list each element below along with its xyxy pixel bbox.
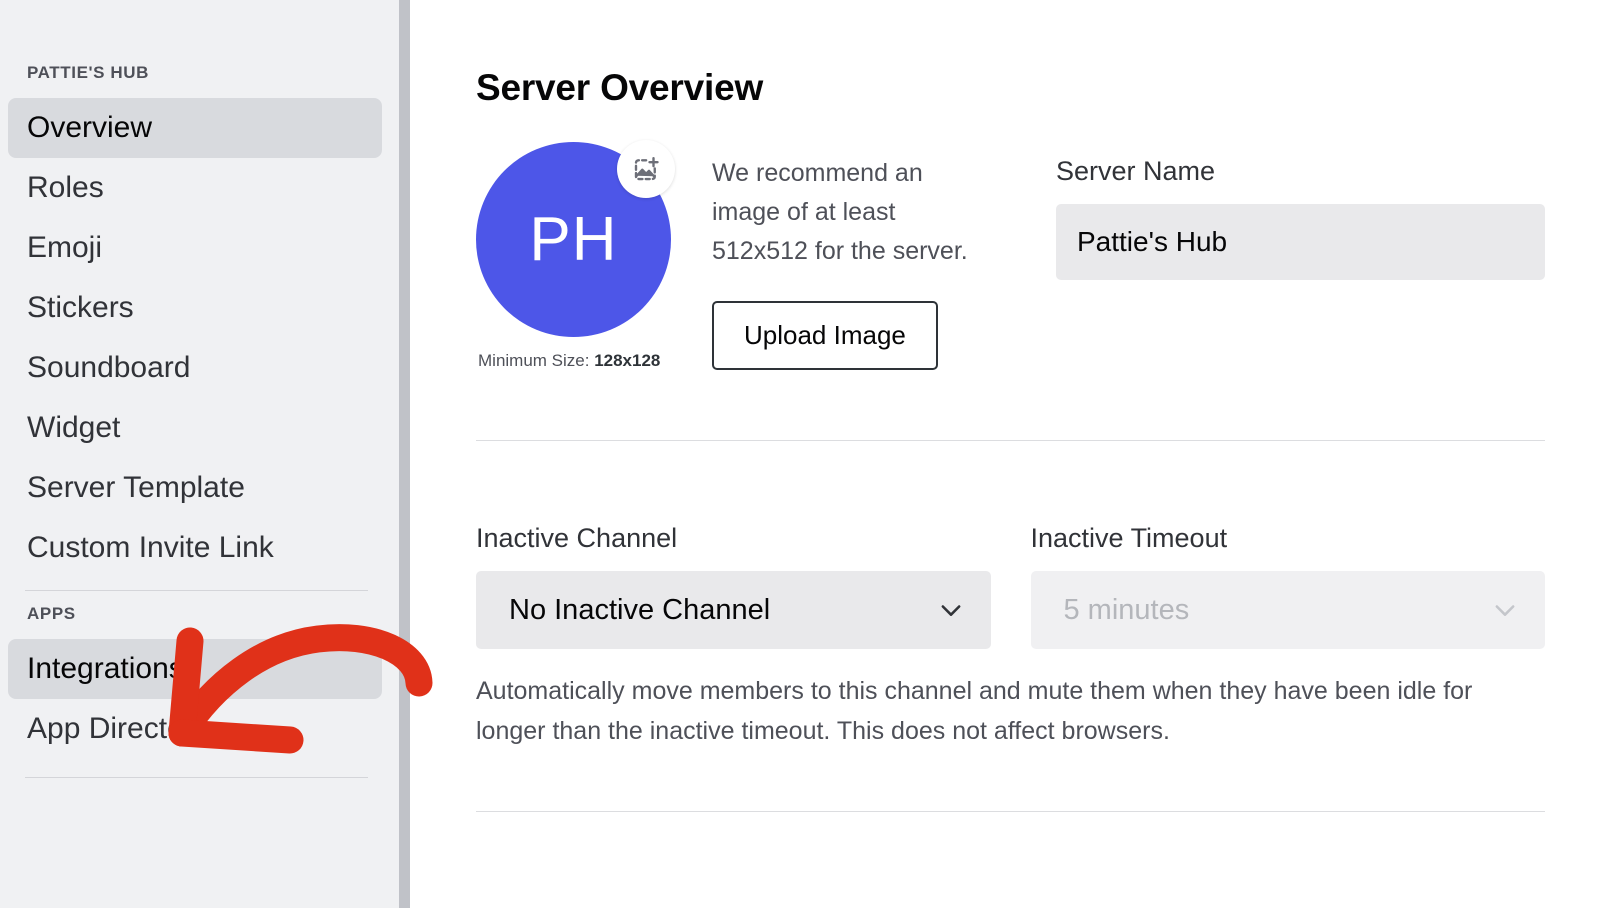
sidebar-item-label: Integrations	[27, 652, 184, 685]
server-name-block: Server Name	[1012, 142, 1545, 280]
sidebar-section-title-apps: APPS	[0, 603, 399, 625]
inactive-help-text: Automatically move members to this chann…	[476, 671, 1545, 751]
inactive-timeout-select: 5 minutes	[1031, 571, 1546, 649]
inactive-timeout-value: 5 minutes	[1064, 594, 1190, 626]
sidebar-item-widget[interactable]: Widget	[8, 398, 382, 458]
sidebar-item-overview[interactable]: Overview	[8, 98, 382, 158]
sidebar-item-label: Stickers	[27, 291, 134, 324]
sidebar-item-integrations[interactable]: Integrations	[8, 639, 382, 699]
settings-content: Server Overview PH Minimum Size: 128x128	[399, 0, 1600, 908]
sidebar-item-server-template[interactable]: Server Template	[8, 458, 382, 518]
inactive-settings-section: Inactive Channel No Inactive Channel Ina…	[476, 521, 1545, 649]
sidebar-item-label: Roles	[27, 171, 104, 204]
chevron-down-icon	[1491, 596, 1519, 624]
server-icon-section: PH Minimum Size: 128x128 We recommend an…	[476, 142, 1545, 372]
settings-window: PATTIE'S HUB Overview Roles Emoji Sticke…	[0, 0, 1600, 908]
sidebar-item-custom-invite-link[interactable]: Custom Invite Link	[8, 518, 382, 578]
sidebar-item-soundboard[interactable]: Soundboard	[8, 338, 382, 398]
inactive-channel-value: No Inactive Channel	[509, 594, 770, 626]
avatar-initials: PH	[529, 209, 617, 271]
inactive-channel-label: Inactive Channel	[476, 521, 991, 555]
content-divider-bottom	[476, 811, 1545, 812]
minimum-size-label: Minimum Size:	[478, 351, 594, 370]
minimum-size-value: 128x128	[594, 351, 660, 370]
minimum-size-note: Minimum Size: 128x128	[476, 350, 712, 372]
avatar-block: PH Minimum Size: 128x128	[476, 142, 712, 372]
sidebar-item-label: App Directory	[27, 712, 209, 745]
inactive-channel-field: Inactive Channel No Inactive Channel	[476, 521, 991, 649]
image-recommendation-text: We recommend an image of at least 512x51…	[712, 154, 982, 271]
sidebar-section-title-server: PATTIE'S HUB	[0, 62, 399, 84]
sidebar-item-label: Widget	[27, 411, 120, 444]
sidebar-item-label: Server Template	[27, 471, 245, 504]
sidebar-item-label: Emoji	[27, 231, 102, 264]
content-divider-top	[476, 440, 1545, 441]
inactive-channel-select[interactable]: No Inactive Channel	[476, 571, 991, 649]
sidebar-item-emoji[interactable]: Emoji	[8, 218, 382, 278]
settings-sidebar: PATTIE'S HUB Overview Roles Emoji Sticke…	[0, 0, 399, 908]
sidebar-item-label: Custom Invite Link	[27, 531, 274, 564]
chevron-down-icon	[937, 596, 965, 624]
server-name-input[interactable]	[1056, 204, 1545, 280]
inactive-timeout-label: Inactive Timeout	[1031, 521, 1546, 555]
sidebar-item-roles[interactable]: Roles	[8, 158, 382, 218]
server-avatar[interactable]: PH	[476, 142, 671, 337]
sidebar-item-app-directory[interactable]: App Directory	[8, 699, 382, 759]
sidebar-item-stickers[interactable]: Stickers	[8, 278, 382, 338]
sidebar-item-label: Soundboard	[27, 351, 190, 384]
sidebar-item-label: Overview	[27, 111, 152, 144]
page-title: Server Overview	[476, 64, 1545, 112]
sidebar-scrollbar[interactable]	[399, 0, 410, 908]
server-name-label: Server Name	[1056, 154, 1545, 188]
upload-block: We recommend an image of at least 512x51…	[712, 142, 1012, 370]
sidebar-divider	[25, 590, 368, 591]
inactive-timeout-field: Inactive Timeout 5 minutes	[1031, 521, 1546, 649]
upload-image-button[interactable]: Upload Image	[712, 301, 938, 370]
sidebar-divider-bottom	[25, 777, 368, 778]
add-image-icon[interactable]	[617, 140, 675, 198]
